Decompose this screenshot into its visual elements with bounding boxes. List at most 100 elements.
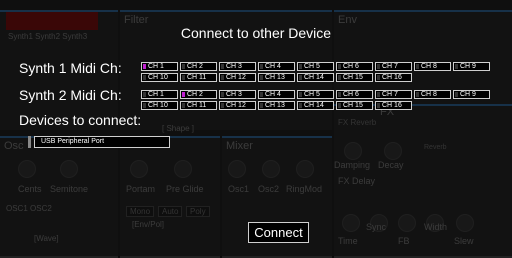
channel-label: CH 12 <box>226 74 246 81</box>
selection-indicator <box>338 103 341 108</box>
synth2-channel-button-13[interactable]: CH 13 <box>258 101 295 110</box>
channel-label: CH 8 <box>421 91 437 98</box>
selection-indicator <box>182 75 185 80</box>
synth2-channel-button-8[interactable]: CH 8 <box>414 90 451 99</box>
synth1-channel-button-1[interactable]: CH 1 <box>141 62 178 71</box>
synth1-channel-button-9[interactable]: CH 9 <box>453 62 490 71</box>
synth1-channel-button-15[interactable]: CH 15 <box>336 73 373 82</box>
dialog-title: Connect to other Device <box>180 25 332 41</box>
synth2-channel-button-5[interactable]: CH 5 <box>297 90 334 99</box>
selection-indicator <box>377 103 380 108</box>
channel-label: CH 3 <box>226 63 242 70</box>
channel-label: CH 16 <box>382 74 402 81</box>
synth2-channel-grid: CH 1 CH 2 CH 3 CH 4 CH 5 CH 6 CH 7 CH 8 CH 9 CH 1… <box>141 90 491 110</box>
channel-label: CH 6 <box>343 63 359 70</box>
selection-indicator <box>143 75 146 80</box>
channel-label: CH 8 <box>421 63 437 70</box>
synth2-channel-button-2[interactable]: CH 2 <box>180 90 217 99</box>
selection-indicator <box>143 103 146 108</box>
synth1-channel-button-6[interactable]: CH 6 <box>336 62 373 71</box>
selection-indicator <box>299 64 302 69</box>
device-list: USB Peripheral Port <box>28 136 170 148</box>
synth2-channel-button-3[interactable]: CH 3 <box>219 90 256 99</box>
channel-label: CH 9 <box>460 91 476 98</box>
synth1-channel-button-14[interactable]: CH 14 <box>297 73 334 82</box>
channel-label: CH 16 <box>382 102 402 109</box>
channel-label: CH 10 <box>148 102 168 109</box>
selection-indicator <box>299 75 302 80</box>
synth1-channel-button-11[interactable]: CH 11 <box>180 73 217 82</box>
synth2-channel-button-14[interactable]: CH 14 <box>297 101 334 110</box>
selection-indicator <box>455 64 458 69</box>
channel-label: CH 13 <box>265 74 285 81</box>
synth1-channel-button-10[interactable]: CH 10 <box>141 73 178 82</box>
channel-label: CH 7 <box>382 63 398 70</box>
synth1-channel-button-3[interactable]: CH 3 <box>219 62 256 71</box>
synth1-channel-button-5[interactable]: CH 5 <box>297 62 334 71</box>
selection-indicator <box>260 92 263 97</box>
selection-indicator <box>299 92 302 97</box>
synth1-channel-button-7[interactable]: CH 7 <box>375 62 412 71</box>
selection-indicator <box>260 103 263 108</box>
selection-indicator <box>221 103 224 108</box>
selection-indicator <box>260 75 263 80</box>
channel-label: CH 11 <box>187 102 207 109</box>
channel-label: CH 4 <box>265 63 281 70</box>
synth2-channel-button-6[interactable]: CH 6 <box>336 90 373 99</box>
selection-indicator <box>182 103 185 108</box>
synth2-channel-button-16[interactable]: CH 16 <box>375 101 412 110</box>
synth2-channel-button-11[interactable]: CH 11 <box>180 101 217 110</box>
channel-label: CH 14 <box>304 74 324 81</box>
synth1-channel-button-13[interactable]: CH 13 <box>258 73 295 82</box>
channel-label: CH 3 <box>226 91 242 98</box>
device-item-usb-peripheral-port[interactable]: USB Peripheral Port <box>34 136 170 148</box>
channel-label: CH 6 <box>343 91 359 98</box>
selection-indicator <box>299 103 302 108</box>
synth2-channel-button-1[interactable]: CH 1 <box>141 90 178 99</box>
selection-indicator <box>260 64 263 69</box>
channel-label: CH 4 <box>265 91 281 98</box>
selection-indicator <box>377 75 380 80</box>
selection-indicator <box>416 64 419 69</box>
selection-indicator <box>221 64 224 69</box>
synth1-midi-label: Synth 1 Midi Ch: <box>19 60 122 76</box>
channel-label: CH 5 <box>304 91 320 98</box>
channel-label: CH 11 <box>187 74 207 81</box>
synth1-channel-button-8[interactable]: CH 8 <box>414 62 451 71</box>
channel-label: CH 12 <box>226 102 246 109</box>
synth2-channel-button-10[interactable]: CH 10 <box>141 101 178 110</box>
channel-label: CH 9 <box>460 63 476 70</box>
synth2-channel-button-12[interactable]: CH 12 <box>219 101 256 110</box>
selection-indicator <box>416 92 419 97</box>
device-selection-mark <box>28 136 31 148</box>
channel-label: CH 15 <box>343 74 363 81</box>
selection-indicator <box>377 64 380 69</box>
channel-label: CH 5 <box>304 63 320 70</box>
selection-indicator <box>143 92 146 97</box>
channel-label: CH 15 <box>343 102 363 109</box>
devices-label: Devices to connect: <box>19 112 142 128</box>
channel-label: CH 13 <box>265 102 285 109</box>
connect-button[interactable]: Connect <box>248 222 309 243</box>
synth2-channel-button-7[interactable]: CH 7 <box>375 90 412 99</box>
synth1-channel-button-12[interactable]: CH 12 <box>219 73 256 82</box>
selection-indicator <box>143 64 146 69</box>
channel-label: CH 14 <box>304 102 324 109</box>
channel-label: CH 1 <box>148 91 164 98</box>
selection-indicator <box>221 92 224 97</box>
selection-indicator <box>338 64 341 69</box>
synth1-channel-button-2[interactable]: CH 2 <box>180 62 217 71</box>
channel-label: CH 10 <box>148 74 168 81</box>
selection-indicator <box>338 75 341 80</box>
channel-label: CH 7 <box>382 91 398 98</box>
channel-label: CH 2 <box>187 63 203 70</box>
channel-label: CH 2 <box>187 91 203 98</box>
channel-label: CH 1 <box>148 63 164 70</box>
selection-indicator <box>221 75 224 80</box>
synth2-channel-button-9[interactable]: CH 9 <box>453 90 490 99</box>
synth1-channel-button-16[interactable]: CH 16 <box>375 73 412 82</box>
synth1-channel-grid: CH 1 CH 2 CH 3 CH 4 CH 5 CH 6 CH 7 CH 8 CH 9 CH 1… <box>141 62 491 82</box>
synth2-channel-button-15[interactable]: CH 15 <box>336 101 373 110</box>
synth1-channel-button-4[interactable]: CH 4 <box>258 62 295 71</box>
synth2-channel-button-4[interactable]: CH 4 <box>258 90 295 99</box>
